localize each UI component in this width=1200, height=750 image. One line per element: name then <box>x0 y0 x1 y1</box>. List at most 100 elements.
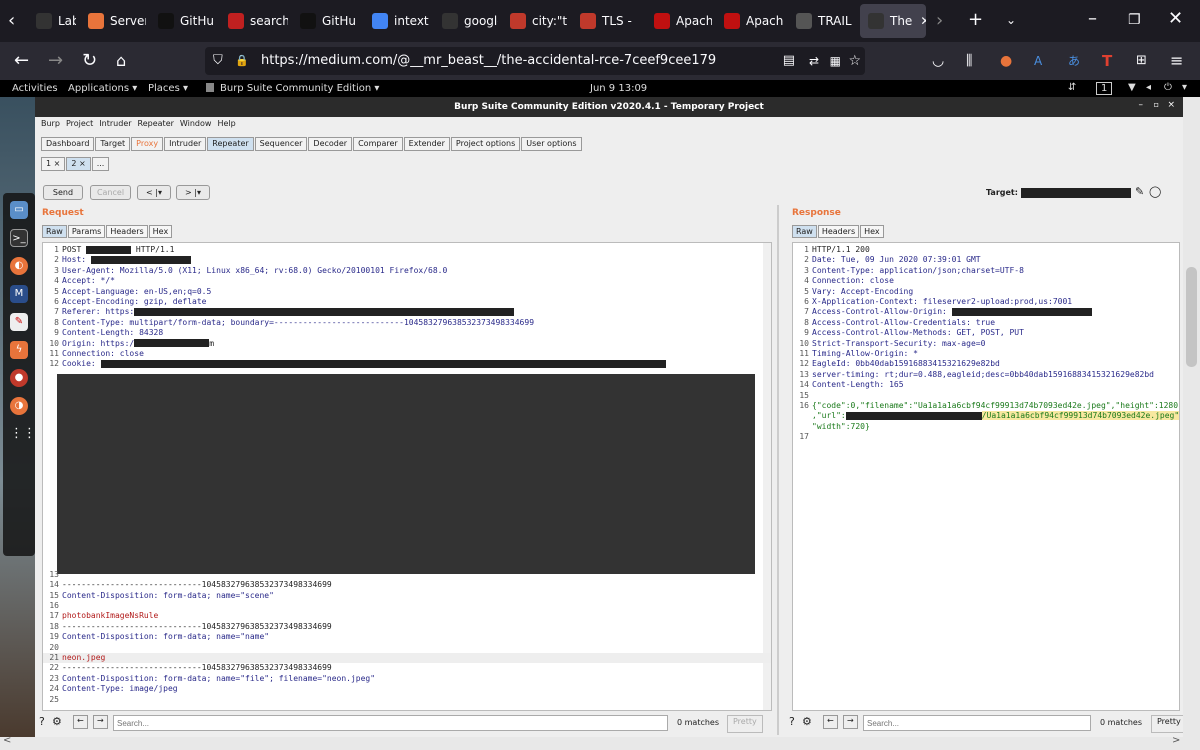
lock-icon[interactable]: 🔒 <box>235 47 249 75</box>
request-tab-headers[interactable]: Headers <box>106 225 148 238</box>
browser-tab[interactable]: GitHu <box>292 0 360 42</box>
menu-item[interactable]: Repeater <box>138 119 174 128</box>
scroll-right-icon[interactable]: > <box>1172 735 1180 746</box>
tab-extender[interactable]: Extender <box>403 137 450 151</box>
browser-tab[interactable]: TRAIL <box>788 0 856 42</box>
target-redacted[interactable] <box>1021 188 1131 198</box>
app-menu[interactable]: Burp Suite Community Edition ▾ <box>220 83 379 94</box>
files-icon[interactable]: ▭ <box>10 201 28 219</box>
tab-project-options[interactable]: Project options <box>450 137 521 151</box>
maximize-icon[interactable]: ❐ <box>1128 10 1141 30</box>
repeater-subtab[interactable]: 2 × <box>66 157 91 171</box>
scroll-left-icon[interactable]: < <box>3 735 11 746</box>
browser-tab[interactable]: Lab: F <box>28 0 76 42</box>
wifi-icon[interactable]: ▼ <box>1128 82 1136 93</box>
forward-icon[interactable]: → <box>48 51 63 71</box>
workspace-indicator[interactable]: 1 <box>1096 82 1113 95</box>
request-search-next-icon[interactable]: → <box>93 715 108 729</box>
tab-sequencer[interactable]: Sequencer <box>254 137 308 151</box>
browser-tab[interactable]: TLS - <box>572 0 642 42</box>
response-tab-hex[interactable]: Hex <box>860 225 884 238</box>
response-settings-icon[interactable]: ⚙ <box>802 715 812 733</box>
repeater-subtab[interactable]: ... <box>91 157 110 171</box>
cherrytree-icon[interactable]: ● <box>10 369 28 387</box>
reader-view-icon[interactable]: ▤ <box>783 47 795 75</box>
translator-icon[interactable]: A <box>1034 51 1042 71</box>
cancel-button[interactable]: Cancel <box>90 185 131 200</box>
extensions-grid-icon[interactable]: ▦ <box>830 47 841 75</box>
response-search-next-icon[interactable]: → <box>843 715 858 729</box>
network-icon[interactable]: ⇵ <box>1068 82 1076 93</box>
browser-tab[interactable]: google.co <box>434 0 498 42</box>
history-back-button[interactable]: < |▾ <box>137 185 171 200</box>
browser-tab[interactable]: intext <box>364 0 430 42</box>
request-tab-raw[interactable]: Raw <box>42 225 67 238</box>
horizontal-scrollbar[interactable]: < > <box>0 735 1200 750</box>
tab-dashboard[interactable]: Dashboard <box>41 137 95 151</box>
tab-scroll-right-icon[interactable]: › <box>936 11 943 31</box>
page-scrollbar-thumb[interactable] <box>1186 267 1197 367</box>
burp-minimize-icon[interactable]: – <box>1139 100 1144 110</box>
foxyproxy-icon[interactable]: ● <box>1000 51 1012 71</box>
home-icon[interactable]: ⌂ <box>116 51 126 71</box>
menu-item[interactable]: Burp <box>41 119 60 128</box>
response-tab-headers[interactable]: Headers <box>817 225 860 238</box>
request-search-input[interactable] <box>113 715 668 731</box>
request-pretty-button[interactable]: Pretty <box>727 715 763 733</box>
request-tab-params[interactable]: Params <box>67 225 106 238</box>
volume-icon[interactable]: ◂ <box>1146 82 1151 93</box>
url-field[interactable]: ⛉ 🔒 https://medium.com/@__mr_beast__/the… <box>205 47 865 75</box>
browser-tab[interactable]: Apach <box>646 0 712 42</box>
menu-item[interactable]: Window <box>180 119 212 128</box>
tab-list-icon[interactable]: ⌄ <box>1006 10 1016 30</box>
tab-intruder[interactable]: Intruder <box>164 137 207 151</box>
browser-tab[interactable]: GitHu <box>150 0 216 42</box>
response-editor[interactable]: 1 HTTP/1.1 200 2 Date: Tue, 09 Jun 2020 07:… <box>792 242 1180 711</box>
response-search-input[interactable] <box>863 715 1091 731</box>
firefox-esr-icon[interactable]: ◑ <box>10 397 28 415</box>
terminal-icon[interactable]: >_ <box>10 229 28 247</box>
browser-tab[interactable]: city:"t <box>502 0 568 42</box>
menu-icon[interactable]: ≡ <box>1170 51 1183 71</box>
response-help-icon[interactable]: ? <box>789 715 795 733</box>
request-settings-icon[interactable]: ⚙ <box>52 715 62 733</box>
help-icon[interactable]: ◯ <box>1149 185 1161 198</box>
shield-icon[interactable]: ⛉ <box>213 47 223 75</box>
page-scrollbar[interactable] <box>1183 97 1200 737</box>
browser-tab[interactable]: The ✕ <box>860 4 926 38</box>
menu-item[interactable]: Help <box>217 119 235 128</box>
translate-icon[interactable]: ⇄ <box>809 47 819 75</box>
response-tab-raw[interactable]: Raw <box>792 225 817 238</box>
request-search-prev-icon[interactable]: ← <box>73 715 88 729</box>
translate-ext-icon[interactable]: あ <box>1068 51 1080 71</box>
tab-repeater[interactable]: Repeater <box>207 137 254 151</box>
browser-tab[interactable]: Apach <box>716 0 784 42</box>
tab-comparer[interactable]: Comparer <box>353 137 403 151</box>
tab-scroll-left-icon[interactable]: ‹ <box>8 11 15 31</box>
browser-tab[interactable]: search <box>220 0 288 42</box>
tab-target[interactable]: Target <box>95 137 131 151</box>
places-menu[interactable]: Places ▾ <box>148 83 188 94</box>
close-window-icon[interactable]: ✕ <box>1168 9 1183 29</box>
request-editor[interactable]: 1 POST HTTP/1.1 2 Host: 3 User-Agent: Mozill… <box>42 242 772 711</box>
send-button[interactable]: Send <box>43 185 83 200</box>
t-extension-icon[interactable]: T <box>1102 51 1112 71</box>
pane-divider[interactable] <box>777 205 779 735</box>
burp-close-icon[interactable]: × <box>1167 100 1175 110</box>
menu-item[interactable]: Intruder <box>99 119 131 128</box>
request-help-icon[interactable]: ? <box>39 715 45 733</box>
request-tab-hex[interactable]: Hex <box>148 225 173 238</box>
activities-button[interactable]: Activities <box>12 83 58 94</box>
response-pretty-button[interactable]: Pretty <box>1151 715 1187 733</box>
clock[interactable]: Jun 9 13:09 <box>590 83 647 94</box>
new-tab-icon[interactable]: + <box>968 10 983 30</box>
back-icon[interactable]: ← <box>14 51 29 71</box>
pocket-icon[interactable]: ◡ <box>932 51 944 71</box>
metasploit-icon[interactable]: M <box>10 285 28 303</box>
power-icon[interactable]: ⏻ <box>1164 82 1172 93</box>
burp-icon[interactable]: ϟ <box>10 341 28 359</box>
edit-target-icon[interactable]: ✎ <box>1135 185 1144 198</box>
browser-tab[interactable]: Server <box>80 0 146 42</box>
burp-maximize-icon[interactable]: ▫ <box>1154 100 1159 109</box>
show-apps-icon[interactable]: ⋮⋮ <box>10 425 36 443</box>
